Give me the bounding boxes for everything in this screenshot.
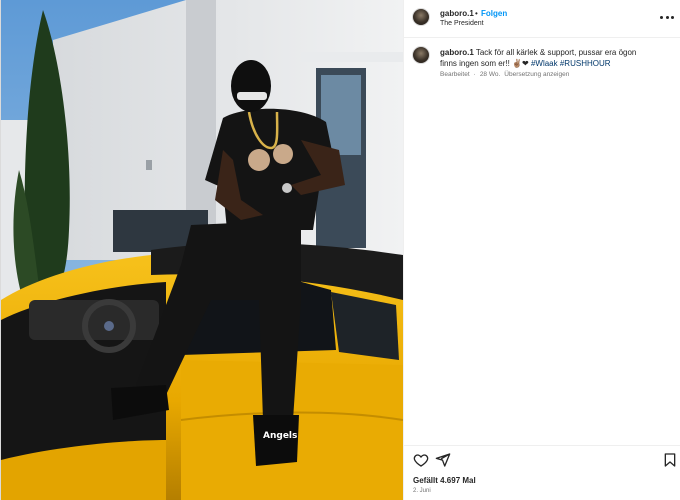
caption: gaboro.1 Tack för all kärlek & support, … bbox=[440, 47, 640, 69]
action-bar bbox=[404, 445, 680, 475]
caption-username[interactable]: gaboro.1 bbox=[440, 48, 474, 57]
translate-link[interactable]: Übersetzung anzeigen bbox=[504, 71, 569, 78]
post-header: gaboro.1 • Folgen The President bbox=[404, 0, 680, 38]
post-image[interactable]: Angels bbox=[1, 0, 403, 500]
time-ago[interactable]: 28 Wo. bbox=[480, 71, 500, 78]
steering-logo bbox=[104, 321, 114, 331]
wall-lamp bbox=[146, 160, 152, 170]
wrist-watch bbox=[282, 183, 292, 193]
header-subtitle: The President bbox=[440, 20, 484, 27]
post-photo: Angels bbox=[1, 0, 403, 500]
shirt-print-bear-1 bbox=[248, 149, 270, 171]
send-icon[interactable] bbox=[435, 452, 451, 468]
post-side-panel: gaboro.1 • Folgen The President gaboro.1… bbox=[403, 0, 680, 500]
instagram-post: Angels gaboro.1 • Folgen The President g… bbox=[0, 0, 680, 500]
shoe-sticker: Angels bbox=[263, 431, 297, 441]
hashtag-rushhour[interactable]: #RUSHHOUR bbox=[560, 59, 611, 68]
avatar[interactable] bbox=[412, 8, 430, 26]
more-options-icon[interactable] bbox=[660, 12, 674, 22]
edited-label: Bearbeitet bbox=[440, 71, 470, 78]
house-ledge bbox=[301, 52, 403, 62]
mask-band bbox=[237, 92, 267, 100]
header-username[interactable]: gaboro.1 bbox=[440, 9, 474, 18]
follow-button[interactable]: Folgen bbox=[481, 9, 507, 18]
shirt-print-bear-2 bbox=[273, 144, 293, 164]
caption-avatar[interactable] bbox=[412, 46, 430, 64]
person-head-mask bbox=[231, 60, 271, 112]
heart-icon[interactable] bbox=[413, 452, 429, 468]
likes-count[interactable]: Gefällt 4.697 Mal bbox=[413, 476, 476, 485]
caption-meta: Bearbeitet · 28 Wo. Übersetzung anzeigen bbox=[440, 71, 573, 78]
post-date[interactable]: 2. Juni bbox=[413, 488, 431, 494]
hashtag-wlaak[interactable]: #Wlaak bbox=[531, 59, 558, 68]
bookmark-icon[interactable] bbox=[662, 452, 678, 468]
meta-separator: · bbox=[473, 71, 476, 78]
header-separator: • bbox=[475, 9, 478, 18]
